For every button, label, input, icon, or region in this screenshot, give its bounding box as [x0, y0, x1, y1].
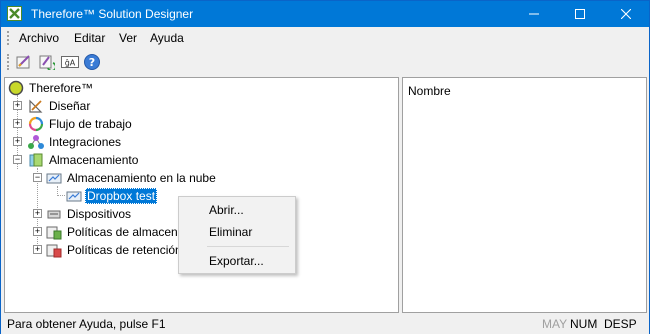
- help-icon: ?: [84, 54, 100, 70]
- integrations-icon: [28, 135, 44, 149]
- tree-node-label: Flujo de trabajo: [49, 117, 132, 131]
- menu-ver[interactable]: Ver: [115, 30, 141, 47]
- tree-view[interactable]: Therefore™ + Diseñar + Flujo de trabajo …: [4, 77, 399, 313]
- svg-text:?: ?: [89, 56, 95, 69]
- storage-policy-icon: [46, 226, 62, 240]
- close-icon: [621, 9, 631, 19]
- caps-lock-indicator: MAY: [542, 317, 568, 331]
- tree-node-label: Integraciones: [49, 135, 122, 149]
- maximize-icon: [575, 9, 585, 19]
- menu-editar[interactable]: Editar: [70, 30, 109, 47]
- scroll-lock-indicator: DESP: [604, 317, 637, 331]
- status-bar: Para obtener Ayuda, pulse F1 MAY NUM DES…: [1, 314, 649, 334]
- tree-node-label: Diseñar: [49, 99, 91, 113]
- designer-icon: [16, 55, 30, 69]
- language-button[interactable]: ĝA: [60, 52, 80, 72]
- window-title: Therefore™ Solution Designer: [31, 7, 194, 21]
- tree-node-label: Políticas de retención: [67, 243, 182, 257]
- tree-node-root[interactable]: Therefore™: [8, 79, 95, 97]
- minimize-button[interactable]: [511, 1, 557, 27]
- svg-text:ĝA: ĝA: [65, 59, 76, 68]
- title-bar[interactable]: Therefore™ Solution Designer: [1, 1, 649, 27]
- tree-node-flujo-de-trabajo[interactable]: Flujo de trabajo: [28, 115, 134, 133]
- status-text: Para obtener Ayuda, pulse F1: [7, 317, 166, 331]
- expand-toggle[interactable]: +: [33, 227, 42, 236]
- context-menu-export[interactable]: Exportar...: [181, 251, 293, 271]
- tree-line: [57, 195, 65, 196]
- collapse-toggle[interactable]: −: [33, 173, 42, 182]
- toolbar: ĝA ?: [1, 49, 649, 75]
- devices-icon: [47, 210, 61, 219]
- refresh-button[interactable]: [37, 52, 57, 72]
- collapse-toggle[interactable]: −: [13, 155, 22, 164]
- tree-node-disenar[interactable]: Diseñar: [28, 97, 92, 115]
- app-window: Therefore™ Solution Designer Archivo Edi…: [0, 0, 650, 334]
- expand-toggle[interactable]: +: [13, 119, 22, 128]
- context-menu-open[interactable]: Abrir...: [181, 200, 293, 220]
- tree-node-label: Dropbox test: [85, 188, 158, 204]
- menu-archivo[interactable]: Archivo: [15, 30, 63, 47]
- tree-node-dropbox-test[interactable]: Dropbox test: [66, 187, 158, 205]
- maximize-button[interactable]: [557, 1, 603, 27]
- language-icon: ĝA: [61, 56, 79, 68]
- expand-toggle[interactable]: +: [33, 245, 42, 254]
- tree-node-label: Therefore™: [29, 81, 94, 95]
- tree-node-label: Almacenamiento: [49, 153, 139, 167]
- workflow-icon: [28, 116, 44, 132]
- cloud-storage-icon: [46, 173, 62, 184]
- tree-node-almacenamiento[interactable]: Almacenamiento: [28, 151, 140, 169]
- tree-node-integraciones[interactable]: Integraciones: [28, 133, 123, 151]
- tree-node-politicas-retencion[interactable]: Políticas de retención: [46, 241, 184, 259]
- therefore-root-icon: [8, 80, 24, 96]
- storage-icon: [29, 153, 43, 167]
- menu-ayuda[interactable]: Ayuda: [146, 30, 188, 47]
- close-button[interactable]: [603, 1, 649, 27]
- app-logo-icon: [7, 6, 22, 21]
- menu-bar: Archivo Editar Ver Ayuda: [1, 27, 649, 49]
- expand-toggle[interactable]: +: [13, 101, 22, 110]
- design-icon: [29, 99, 43, 113]
- minimize-icon: [529, 13, 539, 15]
- context-menu: Abrir... Eliminar Exportar...: [178, 196, 296, 274]
- toolbar-grip[interactable]: [7, 54, 10, 70]
- dropbox-icon: [66, 191, 82, 202]
- context-menu-separator: [207, 246, 289, 247]
- refresh-icon: [39, 55, 55, 70]
- retention-policy-icon: [46, 244, 62, 258]
- tree-node-almacenamiento-nube[interactable]: Almacenamiento en la nube: [46, 169, 218, 187]
- list-view[interactable]: Nombre: [402, 77, 647, 313]
- expand-toggle[interactable]: +: [13, 137, 22, 146]
- column-header-nombre[interactable]: Nombre: [408, 84, 451, 98]
- designer-button[interactable]: [14, 52, 34, 72]
- num-lock-indicator: NUM: [570, 317, 598, 331]
- tree-node-label: Dispositivos: [67, 207, 132, 221]
- context-menu-delete[interactable]: Eliminar: [181, 222, 293, 242]
- help-button[interactable]: ?: [82, 52, 102, 72]
- expand-toggle[interactable]: +: [33, 209, 42, 218]
- menubar-grip[interactable]: [7, 31, 10, 45]
- tree-node-dispositivos[interactable]: Dispositivos: [46, 205, 133, 223]
- tree-node-label: Almacenamiento en la nube: [67, 171, 216, 185]
